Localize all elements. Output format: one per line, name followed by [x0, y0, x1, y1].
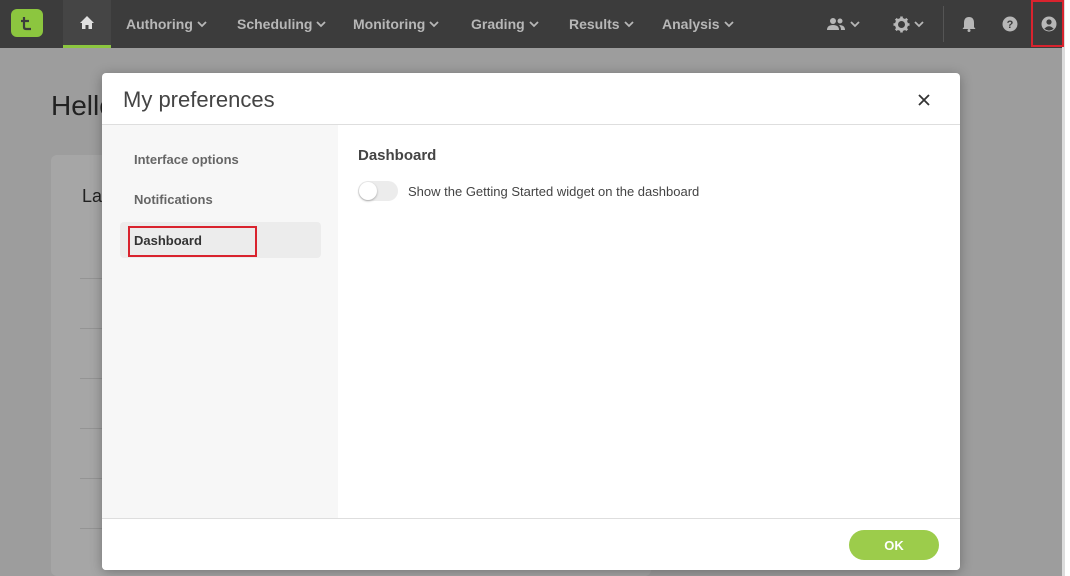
preferences-sidebar: Interface options Notifications Dashboar… [102, 125, 338, 518]
nav-analysis-label: Analysis [662, 16, 720, 32]
toggle-knob [359, 182, 377, 200]
bell-icon [962, 17, 976, 32]
dialog-title: My preferences [123, 87, 275, 112]
nav-scheduling-label: Scheduling [237, 16, 313, 32]
toggle-label: Show the Getting Started widget on the d… [408, 183, 700, 199]
chevron-down-icon [914, 20, 924, 28]
preferences-content: Dashboard Show the Getting Started widge… [338, 125, 960, 518]
nav-grading-label: Grading [471, 16, 525, 32]
chevron-down-icon [850, 20, 860, 28]
sidebar-item-label: Notifications [134, 191, 213, 207]
nav-analysis[interactable]: Analysis [662, 0, 734, 48]
close-icon [918, 94, 930, 106]
dialog-footer: OK [102, 518, 960, 570]
dialog-header: My preferences [102, 73, 960, 125]
nav-monitoring[interactable]: Monitoring [353, 0, 439, 48]
chevron-down-icon [429, 20, 439, 28]
logo-icon [21, 17, 31, 31]
svg-text:?: ? [1007, 19, 1014, 31]
close-button[interactable] [914, 90, 934, 110]
nav-results[interactable]: Results [569, 0, 634, 48]
nav-monitoring-label: Monitoring [353, 16, 426, 32]
app-logo[interactable] [11, 9, 43, 37]
help-icon: ? [1002, 16, 1018, 32]
chevron-down-icon [197, 20, 207, 28]
users-menu[interactable] [826, 0, 860, 48]
home-icon [80, 16, 94, 29]
notifications-button[interactable] [962, 0, 976, 48]
chevron-down-icon [316, 20, 327, 28]
settings-menu[interactable] [893, 0, 924, 48]
users-icon [827, 18, 845, 30]
nav-scheduling[interactable]: Scheduling [237, 0, 327, 48]
sidebar-item-notifications[interactable]: Notifications [120, 181, 321, 217]
chevron-down-icon [529, 20, 539, 28]
scrollbar-track[interactable] [1062, 0, 1065, 576]
getting-started-toggle[interactable] [358, 181, 398, 201]
sidebar-item-label: Interface options [134, 151, 239, 167]
top-navigation: Authoring Scheduling Monitoring Grading … [0, 0, 1062, 48]
nav-results-label: Results [569, 16, 620, 32]
nav-grading[interactable]: Grading [471, 0, 539, 48]
nav-home-tab[interactable] [63, 0, 111, 48]
nav-authoring[interactable]: Authoring [126, 0, 207, 48]
sidebar-item-interface-options[interactable]: Interface options [120, 141, 321, 177]
ok-button[interactable]: OK [849, 530, 939, 560]
nav-authoring-label: Authoring [126, 16, 193, 32]
gear-icon [893, 16, 910, 32]
chevron-down-icon [623, 20, 634, 28]
highlight-box [1031, 0, 1064, 47]
preferences-dialog: My preferences Interface options Notific… [102, 73, 960, 570]
highlight-box [128, 226, 257, 257]
getting-started-setting: Show the Getting Started widget on the d… [358, 181, 699, 201]
section-title: Dashboard [358, 147, 437, 164]
chevron-down-icon [723, 20, 734, 28]
nav-divider [943, 6, 944, 42]
help-button[interactable]: ? [1002, 0, 1018, 48]
